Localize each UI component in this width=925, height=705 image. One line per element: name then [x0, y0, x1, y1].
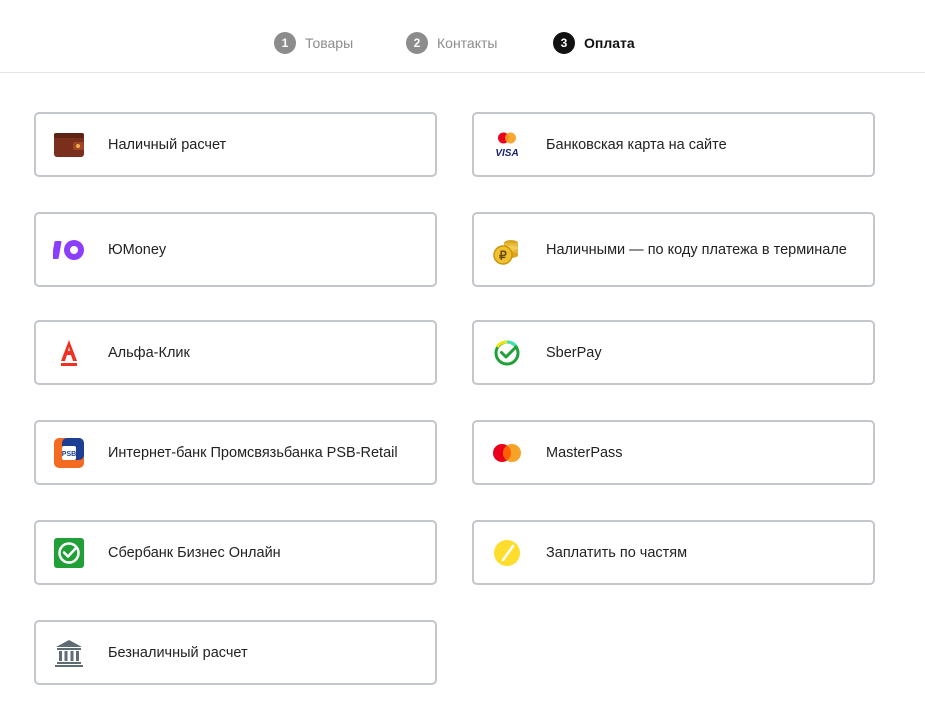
step-number: 2 — [406, 32, 428, 54]
payment-option-bank-transfer[interactable]: Безналичный расчет — [34, 620, 437, 685]
yoomoney-icon — [52, 233, 86, 267]
step-number: 3 — [553, 32, 575, 54]
payment-option-label: Альфа-Клик — [108, 344, 190, 361]
payment-option-sberbank-business[interactable]: Сбербанк Бизнес Онлайн — [34, 520, 437, 585]
payment-option-label: Заплатить по частям — [546, 544, 688, 561]
sberpay-icon — [490, 336, 524, 370]
checkout-stepper: 1 Товары 2 Контакты 3 Оплата — [0, 0, 925, 73]
payment-option-label: SberPay — [546, 344, 602, 361]
payment-option-yoomoney[interactable]: ЮMoney — [34, 212, 437, 287]
psb-icon: PSB — [52, 436, 86, 470]
payment-option-label: ЮMoney — [108, 241, 167, 258]
payment-option-label: Наличными — по коду платежа в терминале — [546, 241, 847, 258]
payment-option-terminal-cash[interactable]: ₽ Наличными — по коду платежа в терминал… — [472, 212, 875, 287]
step-label: Контакты — [437, 35, 498, 51]
payment-option-bank-card[interactable]: VISA Банковская карта на сайте — [472, 112, 875, 177]
installments-icon — [490, 536, 524, 570]
payment-option-installments[interactable]: Заплатить по частям — [472, 520, 875, 585]
payment-option-label: Банковская карта на сайте — [546, 136, 727, 153]
payment-option-label: MasterPass — [546, 444, 623, 461]
payment-option-label: Интернет-банк Промсвязьбанка PSB-Retail — [108, 444, 398, 461]
bank-building-icon — [52, 636, 86, 670]
payment-option-psb-retail[interactable]: PSB Интернет-банк Промсвязьбанка PSB-Ret… — [34, 420, 437, 485]
step-label: Товары — [305, 35, 354, 51]
step-payment[interactable]: 3 Оплата — [553, 32, 635, 54]
payment-option-label: Наличный расчет — [108, 136, 227, 153]
payment-option-cash[interactable]: Наличный расчет — [34, 112, 437, 177]
step-goods[interactable]: 1 Товары — [274, 32, 353, 54]
mastercard-visa-icon: VISA — [490, 128, 524, 162]
coins-ruble-icon: ₽ — [490, 233, 524, 267]
sberbank-business-icon — [52, 536, 86, 570]
payment-option-masterpass[interactable]: MasterPass — [472, 420, 875, 485]
payment-option-sberpay[interactable]: SberPay — [472, 320, 875, 385]
payment-option-alfa-click[interactable]: Альфа-Клик — [34, 320, 437, 385]
masterpass-icon — [490, 436, 524, 470]
payment-option-label: Безналичный расчет — [108, 644, 248, 661]
step-contacts[interactable]: 2 Контакты — [406, 32, 497, 54]
step-number: 1 — [274, 32, 296, 54]
wallet-icon — [52, 128, 86, 162]
payment-option-label: Сбербанк Бизнес Онлайн — [108, 544, 281, 561]
svg-text:PSB: PSB — [62, 451, 76, 458]
svg-text:₽: ₽ — [499, 248, 507, 262]
step-label: Оплата — [584, 35, 635, 51]
svg-text:VISA: VISA — [495, 148, 518, 159]
alfa-bank-icon — [52, 336, 86, 370]
